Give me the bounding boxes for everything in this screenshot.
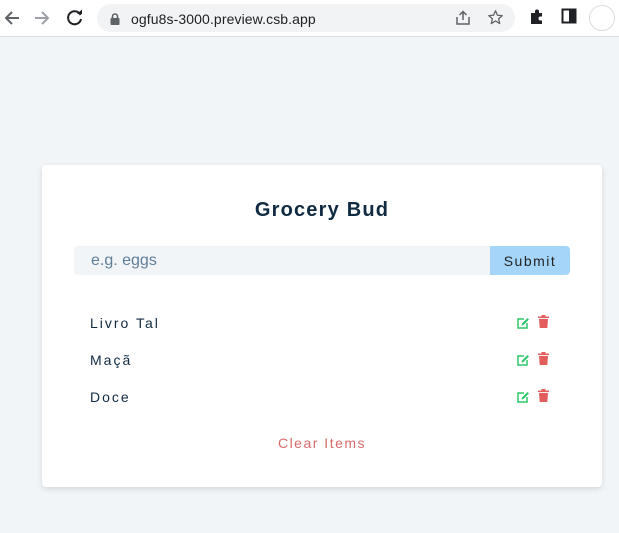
browser-toolbar: ogfu8s-3000.preview.csb.app [0, 0, 619, 37]
lock-icon[interactable] [110, 12, 120, 30]
clear-items-button[interactable]: Clear Items [42, 435, 602, 451]
forward-arrow-icon[interactable] [30, 6, 54, 30]
grocery-card: Grocery Bud Submit Livro Tal Maçã Doce [42, 165, 602, 487]
address-bar[interactable]: ogfu8s-3000.preview.csb.app [97, 4, 515, 32]
edit-icon[interactable] [517, 390, 530, 408]
trash-icon[interactable] [538, 352, 549, 370]
reload-icon[interactable] [63, 6, 87, 30]
extensions-puzzle-icon[interactable] [528, 8, 546, 31]
grocery-input[interactable] [74, 246, 490, 275]
item-name: Doce [90, 389, 131, 405]
share-icon[interactable] [455, 10, 471, 31]
trash-icon[interactable] [538, 315, 549, 333]
item-name: Maçã [90, 352, 133, 368]
list-item: Doce [90, 385, 554, 422]
trash-icon[interactable] [538, 389, 549, 407]
side-panel-icon[interactable] [561, 8, 577, 29]
page-title: Grocery Bud [254, 199, 390, 221]
url-text[interactable]: ogfu8s-3000.preview.csb.app [131, 11, 316, 27]
submit-button[interactable]: Submit [490, 246, 570, 275]
edit-icon[interactable] [517, 316, 530, 334]
edit-icon[interactable] [517, 353, 530, 371]
grocery-form: Submit [74, 246, 570, 275]
star-icon[interactable] [487, 9, 504, 31]
back-arrow-icon[interactable] [0, 6, 24, 30]
grocery-list: Livro Tal Maçã Doce [90, 311, 554, 422]
profile-avatar-icon[interactable] [589, 5, 615, 31]
item-name: Livro Tal [90, 315, 160, 331]
list-item: Livro Tal [90, 311, 554, 348]
list-item: Maçã [90, 348, 554, 385]
